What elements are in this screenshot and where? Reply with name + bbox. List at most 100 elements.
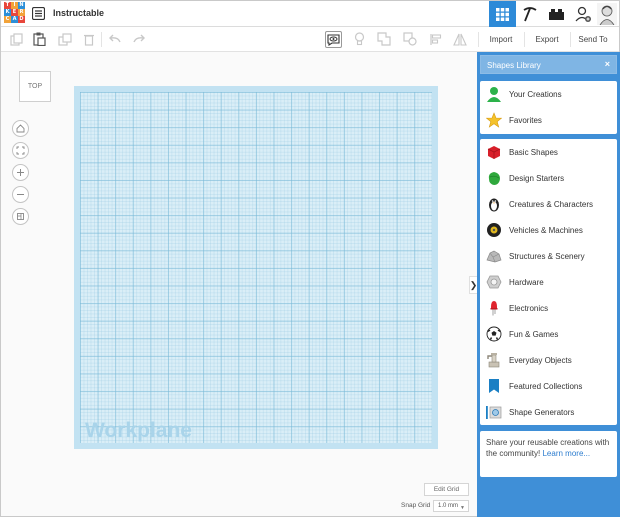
import-button[interactable]: Import (479, 27, 523, 52)
logo-letter: E (11, 9, 18, 16)
logo-letter: C (4, 16, 11, 23)
shapes-library-title: Shapes Library (487, 61, 541, 70)
design-menu-icon[interactable] (32, 7, 45, 20)
generator-icon (486, 406, 502, 419)
snap-grid-value: 1.0 mm (438, 503, 459, 509)
snap-grid-select[interactable]: 1.0 mm ▼ (433, 500, 469, 512)
snap-grid-label: Snap Grid (401, 502, 431, 509)
design-canvas[interactable]: TOP Workplane Edit Grid Snap Grid 1.0 mm… (1, 52, 478, 516)
delete-button[interactable] (81, 31, 97, 47)
library-item-electronics[interactable]: Electronics (480, 295, 617, 321)
paste-button[interactable] (31, 31, 47, 47)
chevron-down-icon: ▼ (460, 505, 465, 511)
red-cube-icon (487, 146, 501, 159)
edit-grid-button[interactable]: Edit Grid (424, 483, 469, 496)
light-bulb-icon (354, 32, 364, 46)
home-icon (16, 124, 25, 133)
library-item-label: Design Starters (509, 174, 565, 183)
notes-button[interactable] (325, 31, 342, 48)
perspective-icon (17, 213, 24, 220)
plus-icon (17, 169, 24, 176)
light-bulb-button[interactable] (351, 31, 367, 47)
invite-user-button[interactable] (570, 1, 597, 27)
green-blob-icon (488, 172, 500, 185)
wheel-icon (487, 223, 501, 237)
trash-icon (84, 34, 94, 46)
paste-icon (32, 32, 46, 46)
perspective-toggle-button[interactable] (12, 208, 29, 225)
tinkercad-app: TINKERCAD Instructable Import Export Sen… (0, 0, 620, 517)
brick-icon (549, 9, 564, 20)
workplane[interactable] (74, 86, 438, 449)
person-icon (487, 87, 501, 102)
library-item-fun-games[interactable]: Fun & Games (480, 321, 617, 347)
undo-button[interactable] (107, 31, 123, 47)
library-item-label: Favorites (509, 116, 542, 125)
copy-icon (9, 32, 23, 46)
shapes-library-panel: Shapes Library × Your Creations Favorite… (477, 52, 620, 517)
learn-more-link[interactable]: Learn more... (542, 449, 590, 458)
library-item-vehicles-machines[interactable]: Vehicles & Machines (480, 217, 617, 243)
mirror-icon (453, 33, 467, 46)
user-avatar-button[interactable] (595, 1, 619, 27)
home-view-button[interactable] (12, 120, 29, 137)
grid-icon (496, 7, 509, 21)
bricks-view-button[interactable] (543, 1, 570, 27)
library-item-hardware[interactable]: Hardware (480, 269, 617, 295)
add-user-icon (575, 6, 591, 22)
library-item-everyday-objects[interactable]: Everyday Objects (480, 347, 617, 373)
library-item-favorites[interactable]: Favorites (480, 107, 617, 133)
shapes-library-header[interactable]: Shapes Library × (480, 55, 617, 74)
close-icon[interactable]: × (605, 59, 610, 69)
library-item-label: Your Creations (509, 90, 562, 99)
send-to-button[interactable]: Send To (571, 27, 615, 52)
logo-letter: K (4, 9, 11, 16)
fit-view-button[interactable] (12, 142, 29, 159)
top-bar: TINKERCAD Instructable (1, 1, 619, 27)
library-item-label: Featured Collections (509, 382, 583, 391)
design-title[interactable]: Instructable (53, 8, 104, 18)
export-button[interactable]: Export (525, 27, 569, 52)
toolbar-divider (101, 32, 102, 47)
mirror-button[interactable] (452, 31, 468, 47)
avatar (597, 3, 617, 25)
library-item-design-starters[interactable]: Design Starters (480, 165, 617, 191)
library-item-label: Hardware (509, 278, 544, 287)
edit-toolbar: Import Export Send To (1, 27, 619, 52)
led-icon (490, 301, 498, 316)
zoom-out-button[interactable] (12, 186, 29, 203)
nut-icon (486, 275, 502, 289)
bookmark-icon (489, 379, 499, 393)
ungroup-icon (403, 32, 417, 46)
library-item-label: Structures & Scenery (509, 252, 585, 261)
library-item-creatures-characters[interactable]: Creatures & Characters (480, 191, 617, 217)
copy-button[interactable] (8, 31, 24, 47)
soccer-ball-icon (486, 326, 502, 342)
library-item-your-creations[interactable]: Your Creations (480, 81, 617, 107)
align-button[interactable] (428, 31, 444, 47)
share-creations-card: Share your reusable creations with the c… (480, 431, 617, 477)
ungroup-button[interactable] (402, 31, 418, 47)
group-button[interactable] (376, 31, 392, 47)
library-item-featured-collections[interactable]: Featured Collections (480, 373, 617, 399)
logo-letter: I (11, 2, 18, 9)
library-item-label: Basic Shapes (509, 148, 558, 157)
duplicate-button[interactable] (57, 31, 73, 47)
library-item-shape-generators[interactable]: Shape Generators (480, 399, 617, 425)
fit-icon (16, 146, 25, 155)
tinkercad-logo[interactable]: TINKERCAD (4, 2, 26, 24)
minus-icon (17, 194, 24, 195)
zoom-in-button[interactable] (12, 164, 29, 181)
logo-letter: N (18, 2, 25, 9)
view-cube-face-label: TOP (27, 83, 43, 90)
align-icon (429, 33, 441, 45)
library-item-label: Shape Generators (509, 408, 575, 417)
library-item-label: Vehicles & Machines (509, 226, 583, 235)
library-item-basic-shapes[interactable]: Basic Shapes (480, 139, 617, 165)
blocks-view-button[interactable] (516, 1, 543, 27)
3d-design-view-button[interactable] (489, 1, 516, 27)
faucet-icon (487, 353, 500, 368)
library-item-structures-scenery[interactable]: Structures & Scenery (480, 243, 617, 269)
view-cube[interactable]: TOP (19, 71, 51, 102)
redo-button[interactable] (131, 31, 147, 47)
